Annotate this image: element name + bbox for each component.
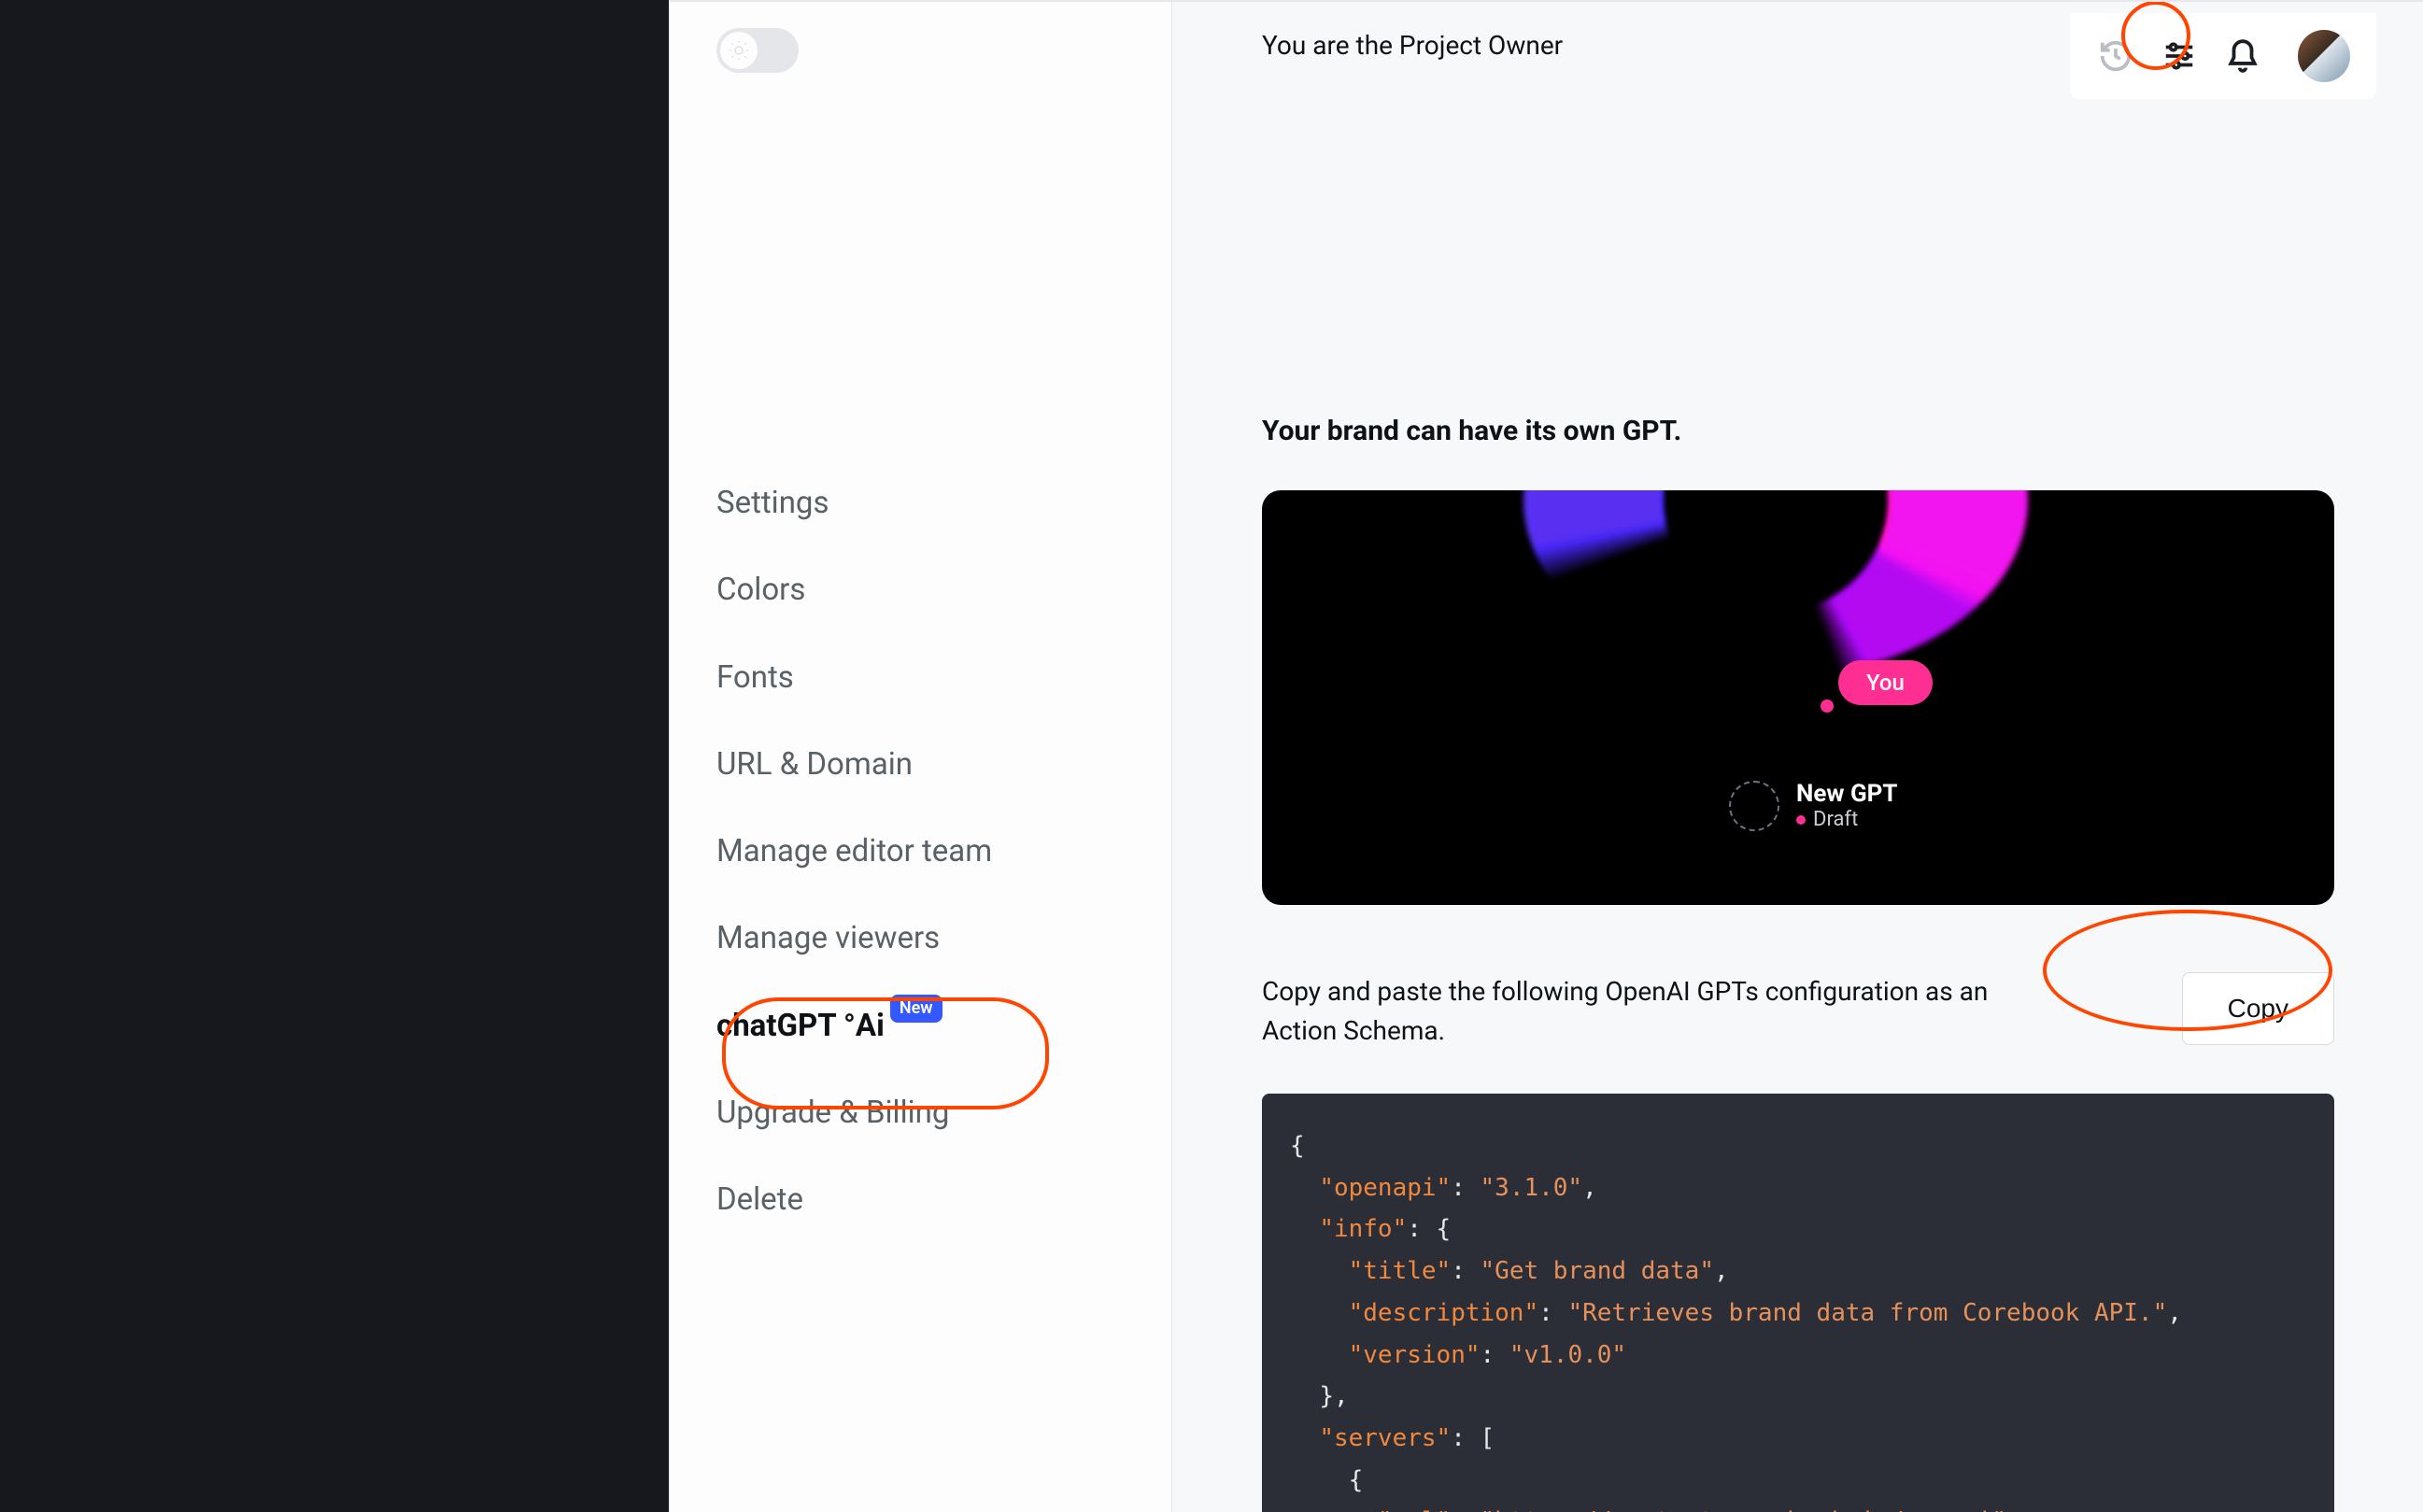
code-key: "description" [1349, 1299, 1539, 1327]
hero-art [1523, 490, 2028, 677]
user-avatar[interactable] [2298, 30, 2350, 82]
copy-instructions: Copy and paste the following OpenAI GPTs… [1262, 972, 2028, 1051]
new-badge: New [890, 995, 942, 1024]
new-gpt-title: New GPT [1796, 780, 1898, 808]
nav-item-colors[interactable]: Colors [716, 546, 1138, 633]
settings-sidebar: Settings Colors Fonts URL & Domain Manag… [669, 0, 1172, 1512]
code-key: "servers" [1319, 1424, 1451, 1452]
top-actions [2070, 13, 2376, 99]
code-val: "https://content.corebook.io/openai" [1481, 1507, 2007, 1512]
nav-item-manage-viewers[interactable]: Manage viewers [716, 895, 1138, 982]
new-gpt-status: Draft [1796, 808, 1898, 831]
notifications-button[interactable] [2223, 36, 2262, 76]
gpt-hero-preview: You New GPT Draft [1262, 490, 2334, 905]
code-key: "title" [1349, 1257, 1452, 1285]
nav-label: Manage viewers [716, 919, 940, 957]
settings-nav: Settings Colors Fonts URL & Domain Manag… [716, 459, 1138, 1243]
you-pill: You [1838, 660, 1933, 705]
new-gpt-text: New GPT Draft [1796, 780, 1898, 831]
theme-toggle[interactable] [716, 28, 799, 73]
nav-label: Colors [716, 571, 805, 609]
nav-item-manage-editor-team[interactable]: Manage editor team [716, 808, 1138, 895]
section-title: Your brand can have its own GPT. [1262, 415, 2333, 447]
openapi-code-block[interactable]: { "openapi": "3.1.0", "info": { "title":… [1262, 1094, 2334, 1512]
code-key: "info" [1319, 1215, 1407, 1243]
nav-label: chatGPT °Ai [716, 1007, 885, 1045]
code-key: "version" [1349, 1341, 1481, 1369]
nav-item-settings[interactable]: Settings [716, 459, 1138, 546]
code-val: "v1.0.0" [1509, 1341, 1626, 1369]
nav-item-url-domain[interactable]: URL & Domain [716, 721, 1138, 808]
nav-label: Fonts [716, 658, 794, 697]
left-dark-strip [0, 0, 669, 1512]
code-val: "3.1.0" [1481, 1174, 1583, 1202]
nav-label: Settings [716, 484, 829, 522]
nav-label: Manage editor team [716, 832, 992, 870]
settings-sliders-button[interactable] [2160, 36, 2199, 76]
history-button[interactable] [2096, 36, 2135, 76]
code-val: "Retrieves brand data from Corebook API.… [1567, 1299, 2167, 1327]
nav-item-upgrade-billing[interactable]: Upgrade & Billing [716, 1069, 1138, 1156]
app-root: Settings Colors Fonts URL & Domain Manag… [0, 0, 2423, 1512]
sun-icon [728, 39, 750, 62]
nav-item-chatgpt-ai[interactable]: chatGPT °Ai New [716, 982, 1138, 1069]
history-icon [2098, 38, 2133, 74]
nav-label: Delete [716, 1180, 803, 1219]
copy-button[interactable]: Copy [2182, 972, 2334, 1045]
you-cursor-dot [1821, 699, 1834, 713]
new-gpt-avatar-placeholder [1729, 781, 1779, 831]
status-label: Draft [1813, 808, 1858, 831]
code-val: "Get brand data" [1481, 1257, 1714, 1285]
nav-label: URL & Domain [716, 745, 913, 784]
nav-item-delete[interactable]: Delete [716, 1156, 1138, 1243]
code-key: "openapi" [1319, 1174, 1451, 1202]
copy-row: Copy and paste the following OpenAI GPTs… [1262, 972, 2334, 1051]
sliders-icon [2161, 38, 2197, 74]
main-content: You are the Project Owner Your brand can… [1172, 0, 2423, 1512]
nav-label: Upgrade & Billing [716, 1094, 949, 1132]
theme-toggle-knob [720, 32, 758, 69]
bell-icon [2225, 38, 2260, 74]
status-dot-icon [1796, 815, 1806, 825]
project-owner-text: You are the Project Owner [1262, 30, 1563, 61]
nav-item-fonts[interactable]: Fonts [716, 634, 1138, 721]
new-gpt-row: New GPT Draft [1729, 780, 1898, 831]
code-key: "url" [1378, 1507, 1451, 1512]
